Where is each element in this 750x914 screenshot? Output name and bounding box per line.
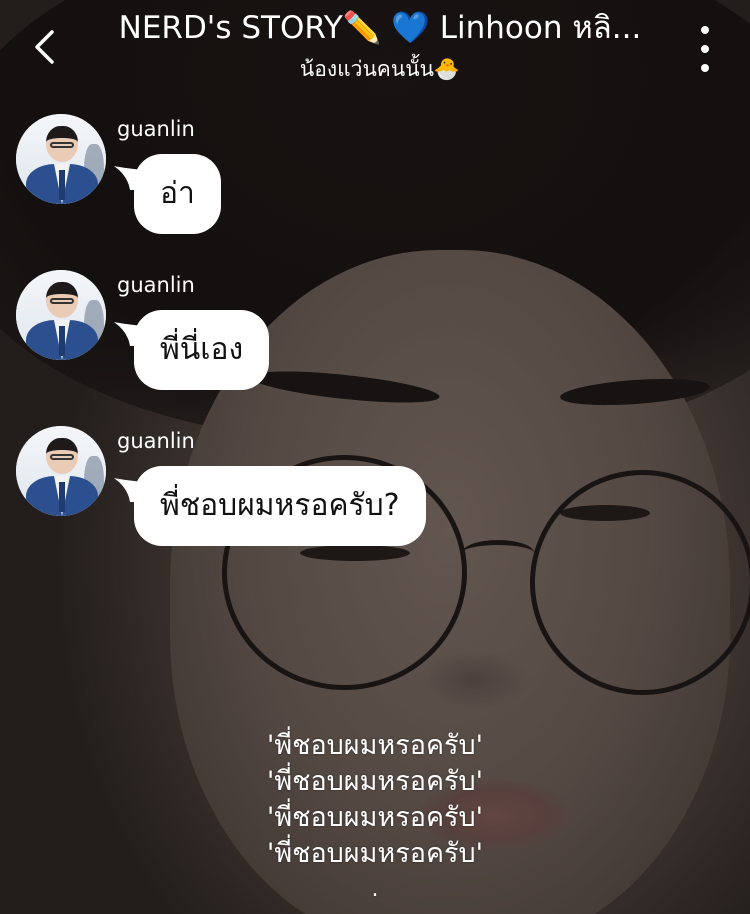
- back-button[interactable]: [22, 22, 66, 72]
- chat-message: guanlin อ่า: [0, 114, 750, 254]
- avatar[interactable]: [16, 426, 106, 516]
- chat-header: NERD's STORY✏️ 💙 Linhoon หลิ... น้องแว่น…: [0, 0, 750, 100]
- avatar[interactable]: [16, 114, 106, 204]
- more-vertical-icon-dot: [701, 26, 709, 34]
- avatar[interactable]: [16, 270, 106, 360]
- sender-name: guanlin: [117, 117, 195, 141]
- message-bubble[interactable]: พี่นี่เอง: [114, 310, 270, 390]
- chat-message: guanlin พี่นี่เอง: [0, 270, 750, 410]
- message-bubble[interactable]: พี่ชอบผมหรอครับ?: [114, 466, 426, 546]
- more-vertical-icon-dot: [701, 45, 709, 53]
- message-text: อ่า: [160, 176, 195, 211]
- message-bubble[interactable]: อ่า: [114, 154, 221, 234]
- message-text: พี่นี่เอง: [160, 332, 244, 367]
- chat-title: NERD's STORY✏️ 💙 Linhoon หลิ...: [118, 10, 642, 46]
- more-options-button[interactable]: [690, 22, 720, 76]
- caption-ellipsis: .: [371, 877, 379, 902]
- chat-message: guanlin พี่ชอบผมหรอครับ?: [0, 426, 750, 566]
- story-caption: 'พี่ชอบผมหรอครับ' 'พี่ชอบผมหรอครับ' 'พี่…: [200, 728, 550, 908]
- chat-subtitle: น้องแว่นคนนั้น🐣: [299, 57, 461, 81]
- caption-line: 'พี่ชอบผมหรอครับ': [266, 730, 484, 761]
- caption-line: 'พี่ชอบผมหรอครับ': [266, 802, 484, 833]
- message-text: พี่ชอบผมหรอครับ?: [160, 488, 400, 523]
- caption-line: 'พี่ชอบผมหรอครับ': [266, 766, 484, 797]
- sender-name: guanlin: [117, 273, 195, 297]
- sender-name: guanlin: [117, 429, 195, 453]
- chevron-left-icon: [35, 30, 54, 64]
- caption-line: 'พี่ชอบผมหรอครับ': [266, 838, 484, 869]
- more-vertical-icon-dot: [701, 64, 709, 72]
